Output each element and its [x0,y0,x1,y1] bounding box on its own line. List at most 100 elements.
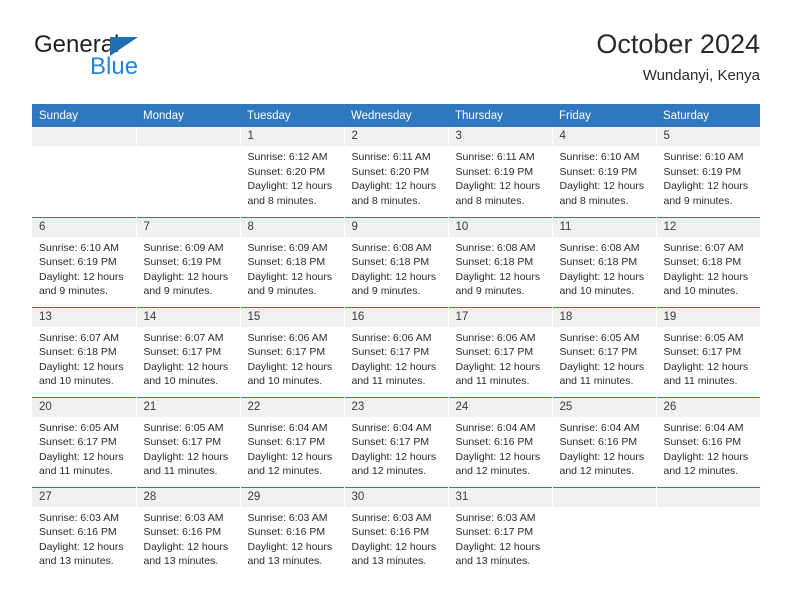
day-number: 17 [448,307,552,327]
daylight-text: Daylight: 12 hours and 12 minutes. [247,450,333,478]
day-number: 13 [32,307,136,327]
day-number: 19 [656,307,760,327]
sunrise-text: Sunrise: 6:04 AM [455,421,536,434]
sunset-text: Sunset: 6:18 PM [351,256,430,268]
calendar-day-cell[interactable]: 7 Sunrise: 6:09 AM Sunset: 6:19 PM Daylight… [136,216,241,307]
day-details: Sunrise: 6:07 AM Sunset: 6:18 PM Daylight:… [32,327,136,389]
calendar-day-cell[interactable]: 21 Sunrise: 6:05 AM Sunset: 6:17 PM Dayligh… [136,396,241,487]
day-number [552,487,656,507]
sunset-text: Sunset: 6:18 PM [559,256,638,268]
logo-text-blue: Blue [90,53,139,80]
day-details: Sunrise: 6:04 AM Sunset: 6:17 PM Daylight:… [345,417,448,479]
calendar-day-cell[interactable]: 10 Sunrise: 6:08 AM Sunset: 6:18 PM Dayligh… [448,216,553,307]
calendar-day-cell[interactable]: 1 Sunrise: 6:12 AM Sunset: 6:20 PM Daylight… [240,127,345,217]
sunrise-text: Sunrise: 6:05 AM [143,421,224,434]
sunset-text: Sunset: 6:17 PM [559,346,638,358]
calendar-day-cell[interactable]: 4 Sunrise: 6:10 AM Sunset: 6:19 PM Daylight… [552,127,657,217]
daylight-text: Daylight: 12 hours and 12 minutes. [351,450,437,478]
sunrise-text: Sunrise: 6:06 AM [351,331,432,344]
sunset-text: Sunset: 6:19 PM [39,256,117,268]
daylight-text: Daylight: 12 hours and 9 minutes. [143,270,229,298]
calendar-day-cell[interactable]: 2 Sunrise: 6:11 AM Sunset: 6:20 PM Daylight… [344,127,449,217]
daylight-text: Daylight: 12 hours and 11 minutes. [559,360,645,388]
weekday-header-tuesday: Tuesday [240,104,344,127]
calendar-day-cell[interactable]: 17 Sunrise: 6:06 AM Sunset: 6:17 PM Dayligh… [448,306,553,397]
day-details: Sunrise: 6:08 AM Sunset: 6:18 PM Daylight:… [345,237,448,299]
calendar-week-row: 27 Sunrise: 6:03 AM Sunset: 6:16 PM Dayligh… [32,486,760,577]
general-blue-logo[interactable]: General Blue [32,32,292,94]
sunset-text: Sunset: 6:16 PM [247,526,326,538]
daylight-text: Daylight: 12 hours and 11 minutes. [143,450,229,478]
day-number [136,127,240,146]
daylight-text: Daylight: 12 hours and 13 minutes. [143,540,229,568]
sunset-text: Sunset: 6:18 PM [247,256,326,268]
sunset-text: Sunset: 6:16 PM [39,526,117,538]
sunrise-text: Sunrise: 6:07 AM [39,331,119,344]
calendar-day-cell[interactable]: 16 Sunrise: 6:06 AM Sunset: 6:17 PM Dayligh… [344,306,449,397]
calendar-day-cell[interactable]: 19 Sunrise: 6:05 AM Sunset: 6:17 PM Dayligh… [656,306,760,397]
calendar-day-cell[interactable]: 29 Sunrise: 6:03 AM Sunset: 6:16 PM Dayligh… [240,486,345,577]
calendar-day-cell[interactable]: 20 Sunrise: 6:05 AM Sunset: 6:17 PM Dayligh… [32,396,137,487]
calendar-week-row: 20 Sunrise: 6:05 AM Sunset: 6:17 PM Dayligh… [32,396,760,487]
sunrise-text: Sunrise: 6:04 AM [351,421,432,434]
calendar-day-cell[interactable]: 15 Sunrise: 6:06 AM Sunset: 6:17 PM Dayligh… [240,306,345,397]
calendar-day-cell[interactable]: 31 Sunrise: 6:03 AM Sunset: 6:17 PM Dayligh… [448,486,553,577]
calendar-day-cell[interactable]: 24 Sunrise: 6:04 AM Sunset: 6:16 PM Dayligh… [448,396,553,487]
sunrise-text: Sunrise: 6:04 AM [663,421,744,434]
calendar-day-cell[interactable]: 27 Sunrise: 6:03 AM Sunset: 6:16 PM Dayligh… [32,486,137,577]
day-number: 22 [240,397,344,417]
sunrise-text: Sunrise: 6:10 AM [559,151,640,163]
day-details: Sunrise: 6:06 AM Sunset: 6:17 PM Daylight:… [449,327,552,389]
day-number: 21 [136,397,240,417]
day-details: Sunrise: 6:10 AM Sunset: 6:19 PM Daylight:… [657,146,761,208]
calendar-day-cell[interactable]: 25 Sunrise: 6:04 AM Sunset: 6:16 PM Dayligh… [552,396,657,487]
day-number [32,127,136,146]
day-details: Sunrise: 6:08 AM Sunset: 6:18 PM Daylight:… [449,237,552,299]
calendar-day-cell[interactable]: 9 Sunrise: 6:08 AM Sunset: 6:18 PM Daylight… [344,216,449,307]
day-number: 20 [32,397,136,417]
calendar-day-cell[interactable]: 11 Sunrise: 6:08 AM Sunset: 6:18 PM Dayligh… [552,216,657,307]
daylight-text: Daylight: 12 hours and 10 minutes. [39,360,124,388]
day-number: 23 [344,397,448,417]
sunset-text: Sunset: 6:16 PM [143,526,222,538]
calendar-day-cell[interactable]: 26 Sunrise: 6:04 AM Sunset: 6:16 PM Dayligh… [656,396,760,487]
calendar-day-cell[interactable]: 8 Sunrise: 6:09 AM Sunset: 6:18 PM Daylight… [240,216,345,307]
sunrise-text: Sunrise: 6:03 AM [143,511,224,524]
daylight-text: Daylight: 12 hours and 10 minutes. [247,360,333,388]
calendar-day-cell[interactable]: 13 Sunrise: 6:07 AM Sunset: 6:18 PM Dayligh… [32,306,137,397]
sunrise-text: Sunrise: 6:05 AM [39,421,119,434]
day-number: 7 [136,217,240,237]
sunset-text: Sunset: 6:17 PM [143,436,222,448]
daylight-text: Daylight: 12 hours and 11 minutes. [663,360,749,388]
sunset-text: Sunset: 6:19 PM [143,256,222,268]
calendar-day-cell[interactable]: 14 Sunrise: 6:07 AM Sunset: 6:17 PM Dayligh… [136,306,241,397]
calendar-day-cell[interactable]: 30 Sunrise: 6:03 AM Sunset: 6:16 PM Dayligh… [344,486,449,577]
sunset-text: Sunset: 6:20 PM [247,165,326,178]
sunset-text: Sunset: 6:17 PM [247,436,326,448]
day-number: 24 [448,397,552,417]
calendar-day-cell-empty [136,127,241,217]
calendar-day-cell[interactable]: 12 Sunrise: 6:07 AM Sunset: 6:18 PM Dayligh… [656,216,761,307]
calendar-day-cell[interactable]: 23 Sunrise: 6:04 AM Sunset: 6:17 PM Dayligh… [344,396,449,487]
sunset-text: Sunset: 6:18 PM [39,346,117,358]
calendar-day-cell[interactable]: 6 Sunrise: 6:10 AM Sunset: 6:19 PM Daylight… [32,216,137,307]
calendar-day-cell[interactable]: 18 Sunrise: 6:05 AM Sunset: 6:17 PM Dayligh… [552,306,657,397]
sunrise-text: Sunrise: 6:08 AM [559,241,640,254]
sunrise-text: Sunrise: 6:08 AM [455,241,536,254]
page-subtitle-location: Wundanyi, Kenya [642,67,760,84]
day-details: Sunrise: 6:07 AM Sunset: 6:18 PM Daylight:… [657,237,761,299]
day-details: Sunrise: 6:05 AM Sunset: 6:17 PM Daylight:… [137,417,240,479]
day-details: Sunrise: 6:10 AM Sunset: 6:19 PM Daylight:… [32,237,136,299]
calendar-day-cell[interactable]: 28 Sunrise: 6:03 AM Sunset: 6:16 PM Dayligh… [136,486,241,577]
calendar-header-row: Sunday Monday Tuesday Wednesday Thursday… [32,104,760,127]
sunset-text: Sunset: 6:17 PM [351,346,430,358]
sunrise-text: Sunrise: 6:07 AM [663,241,744,254]
sunrise-text: Sunrise: 6:05 AM [663,331,744,344]
calendar-day-cell[interactable]: 5 Sunrise: 6:10 AM Sunset: 6:19 PM Daylight… [656,127,760,217]
calendar-day-cell[interactable]: 22 Sunrise: 6:04 AM Sunset: 6:17 PM Dayligh… [240,396,345,487]
day-number: 6 [32,217,136,237]
sunset-text: Sunset: 6:18 PM [455,256,534,268]
day-number: 26 [656,397,760,417]
calendar-day-cell[interactable]: 3 Sunrise: 6:11 AM Sunset: 6:19 PM Daylight… [448,127,553,217]
sunrise-text: Sunrise: 6:10 AM [39,241,119,254]
